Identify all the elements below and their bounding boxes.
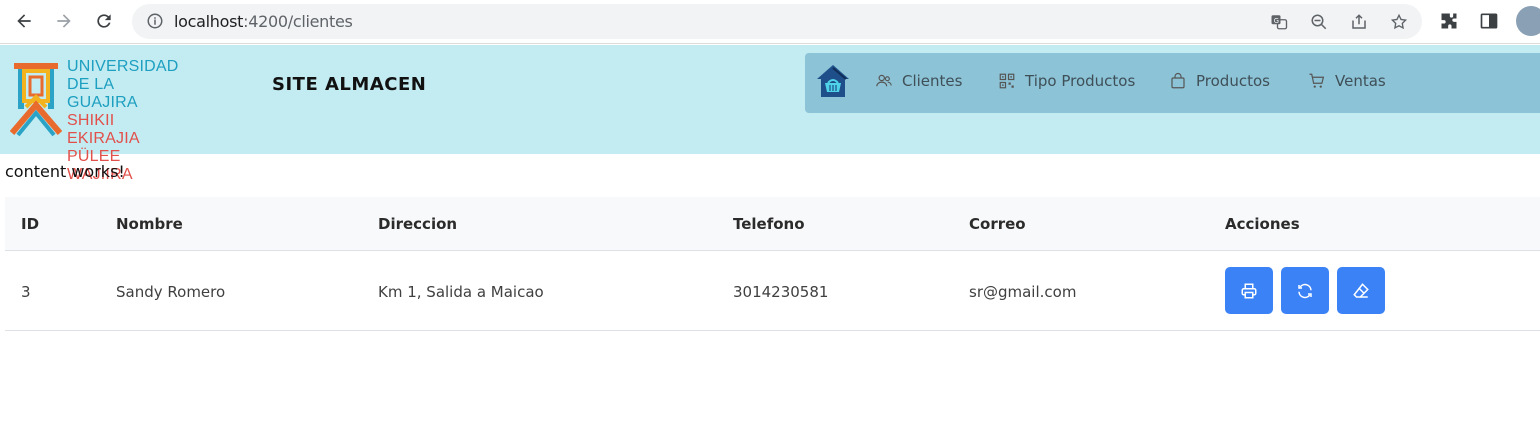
menu-label-ventas: Ventas: [1335, 72, 1386, 90]
print-icon: [1241, 283, 1257, 298]
column-header-acciones: Acciones: [1225, 215, 1300, 233]
profile-avatar[interactable]: [1516, 6, 1540, 36]
refresh-button[interactable]: [1281, 267, 1329, 314]
table-header: ID Nombre Direccion Telefono Correo Acci…: [5, 197, 1540, 251]
column-header-telefono: Telefono: [733, 215, 805, 233]
cell-correo: sr@gmail.com: [969, 283, 1077, 301]
home-button[interactable]: [815, 63, 851, 99]
side-panel-icon[interactable]: [1478, 10, 1500, 32]
extensions-puzzle-icon[interactable]: [1438, 10, 1460, 32]
translate-icon[interactable]: G: [1268, 11, 1290, 33]
users-icon: [876, 74, 892, 87]
column-header-nombre: Nombre: [116, 215, 183, 233]
info-icon[interactable]: [146, 12, 164, 30]
share-icon[interactable]: [1348, 11, 1370, 33]
menu-item-clientes[interactable]: Clientes: [875, 72, 962, 90]
cell-direccion: Km 1, Salida a Maicao: [378, 283, 544, 301]
column-header-direccion: Direccion: [378, 215, 458, 233]
menu-label-clientes: Clientes: [902, 72, 963, 90]
site-title: SITE ALMACEN: [272, 74, 427, 95]
svg-text:G: G: [1274, 17, 1279, 25]
url-text: localhost:4200/clientes: [174, 12, 353, 31]
cell-telefono: 3014230581: [733, 283, 829, 301]
browser-toolbar: localhost:4200/clientes G: [0, 0, 1540, 44]
menu-label-productos: Productos: [1196, 72, 1270, 90]
refresh-icon: [1298, 283, 1312, 298]
cell-id: 3: [21, 283, 31, 301]
app-header: UNIVERSIDAD DE LA GUAJIRA SHIKII EKIRAJI…: [0, 45, 1540, 183]
back-button[interactable]: [10, 7, 38, 35]
content-placeholder-text: content works!: [5, 162, 125, 181]
column-header-correo: Correo: [969, 215, 1026, 233]
address-bar[interactable]: localhost:4200/clientes G: [132, 4, 1422, 39]
cart-icon: [1309, 73, 1325, 88]
table-row: 3 Sandy Romero Km 1, Salida a Maicao 301…: [5, 251, 1540, 331]
university-logo[interactable]: UNIVERSIDAD DE LA GUAJIRA SHIKII EKIRAJI…: [10, 57, 185, 183]
reload-icon: [97, 14, 111, 28]
bookmark-star-icon[interactable]: [1388, 11, 1410, 33]
logo-line-3: SHIKII EKIRAJIA: [67, 112, 140, 147]
forward-button[interactable]: [50, 7, 78, 35]
menu-item-ventas[interactable]: Ventas: [1308, 72, 1386, 90]
menu-label-tipo-productos: Tipo Productos: [1025, 72, 1136, 90]
main-menu: Clientes Tipo Productos Productos Ventas: [805, 53, 1540, 113]
forward-arrow-icon: [57, 14, 71, 28]
home-basket-icon: [817, 65, 849, 97]
menu-item-tipo-productos[interactable]: Tipo Productos: [998, 72, 1135, 90]
eraser-icon: [1353, 282, 1369, 298]
logo-line-2: DE LA GUAJIRA: [67, 76, 138, 111]
back-arrow-icon: [17, 14, 31, 28]
print-button[interactable]: [1225, 267, 1273, 314]
logo-line-1: UNIVERSIDAD: [67, 58, 179, 75]
url-path: :4200/clientes: [243, 12, 353, 31]
bag-icon: [1171, 72, 1185, 89]
column-header-id: ID: [21, 215, 40, 233]
university-emblem-icon: [10, 63, 62, 137]
erase-button[interactable]: [1337, 267, 1385, 314]
url-host: localhost: [174, 12, 244, 31]
reload-button[interactable]: [90, 7, 118, 35]
qr-icon: [999, 73, 1015, 89]
cell-nombre: Sandy Romero: [116, 283, 226, 301]
menu-item-productos[interactable]: Productos: [1169, 72, 1270, 90]
clientes-table: ID Nombre Direccion Telefono Correo Acci…: [5, 197, 1540, 331]
zoom-out-icon[interactable]: [1308, 11, 1330, 33]
